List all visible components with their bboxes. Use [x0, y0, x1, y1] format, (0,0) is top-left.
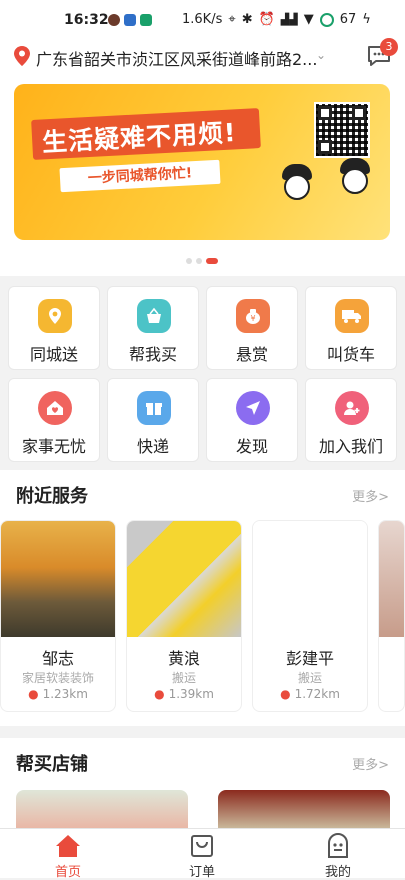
- service-photo: [1, 521, 115, 637]
- quick-menu-grid: 同城送 帮我买 ¥ 悬赏 叫货车 家事无忧 快递 发现 加入我们: [8, 286, 400, 462]
- battery-level: 67: [339, 12, 357, 27]
- menu-tile-discover[interactable]: 发现: [206, 378, 298, 462]
- cartoon-face: [284, 174, 310, 200]
- money-bag-icon: ¥: [236, 299, 270, 333]
- distance-pin-icon: ●: [154, 687, 165, 701]
- service-photo: [253, 521, 367, 637]
- network-speed: 1.6K/s: [182, 12, 223, 27]
- shops-section: 帮买店铺 更多>: [0, 738, 405, 828]
- more-link[interactable]: 更多>: [352, 486, 389, 505]
- add-user-icon: [335, 391, 369, 425]
- bluetooth-icon: ✱: [241, 12, 253, 27]
- wifi-icon: ▼: [303, 12, 314, 27]
- banner-section: 生活疑难不用烦! 一步同城帮你忙!: [0, 76, 405, 276]
- service-category: 搬运: [297, 671, 322, 685]
- service-distance: ● 1.72km: [253, 687, 367, 701]
- menu-tile-express[interactable]: 快递: [107, 378, 199, 462]
- qr-eye: [352, 106, 366, 120]
- service-category: 搬运: [171, 671, 196, 685]
- menu-tile-label: 叫货车: [326, 345, 375, 364]
- shop-card[interactable]: [16, 790, 188, 828]
- service-provider-name: 黄浪: [167, 649, 200, 668]
- charging-icon: ϟ: [362, 12, 371, 27]
- qr-eye: [318, 106, 332, 120]
- distance-pin-icon: ●: [28, 687, 39, 701]
- cartoon-face: [342, 168, 368, 194]
- gift-box-icon: [137, 391, 171, 425]
- qr-eye: [318, 140, 332, 154]
- menu-tile-label: 发现: [235, 437, 268, 456]
- home-icon: [56, 835, 80, 857]
- service-provider-name: 彭建平: [285, 649, 334, 668]
- message-badge: 3: [380, 38, 398, 56]
- location-status-icon: ⌖: [228, 12, 236, 27]
- profile-icon: [328, 833, 348, 858]
- service-provider-name: 邹志: [41, 649, 74, 668]
- service-distance: ● 1.39km: [127, 687, 241, 701]
- service-category: 家居软装装饰: [21, 671, 94, 685]
- location-pin-icon: [14, 46, 30, 66]
- menu-tile-join-us[interactable]: 加入我们: [305, 378, 397, 462]
- bottom-tab-bar: 首页 订单 我的: [0, 828, 405, 880]
- menu-tile-label: 帮我买: [128, 345, 177, 364]
- menu-tile-bounty[interactable]: ¥ 悬赏: [206, 286, 298, 370]
- tab-orders[interactable]: 订单: [162, 829, 242, 880]
- app-notification-icon: [108, 14, 120, 26]
- distance-pin-icon: ●: [280, 687, 291, 701]
- house-heart-icon: [38, 391, 72, 425]
- tab-label: 订单: [188, 865, 215, 880]
- qr-code-image: [314, 102, 370, 158]
- status-right: 1.6K/s ⌖ ✱ ⏰ ▟▟ ▼ 67 ϟ: [182, 12, 371, 27]
- promo-banner[interactable]: 生活疑难不用烦! 一步同城帮你忙!: [14, 84, 390, 240]
- distance-value: 1.23km: [42, 687, 88, 701]
- chevron-down-icon[interactable]: ⌄: [316, 48, 326, 62]
- tab-profile[interactable]: 我的: [298, 829, 378, 880]
- section-title: 帮买店铺: [16, 754, 88, 775]
- status-time: 16:32: [64, 12, 109, 28]
- carousel-dot-active[interactable]: [206, 258, 218, 264]
- truck-icon: [335, 299, 369, 333]
- tab-home[interactable]: 首页: [28, 829, 108, 880]
- svg-text:¥: ¥: [250, 314, 255, 323]
- menu-tile-buy-for-me[interactable]: 帮我买: [107, 286, 199, 370]
- menu-tile-housekeeping[interactable]: 家事无忧: [8, 378, 100, 462]
- signal-icon: ▟▟: [280, 13, 298, 26]
- carousel-dots: [186, 258, 218, 264]
- carousel-dot[interactable]: [196, 258, 202, 264]
- banner-subline: 一步同城帮你忙!: [59, 159, 221, 193]
- current-address[interactable]: 广东省韶关市浈江区风采街道峰前路2...: [36, 46, 317, 70]
- menu-tile-label: 悬赏: [235, 345, 268, 364]
- service-photo: [127, 521, 241, 637]
- service-photo: [379, 521, 404, 637]
- status-bar: 16:32 1.6K/s ⌖ ✱ ⏰ ▟▟ ▼ 67 ϟ: [0, 0, 405, 40]
- service-card[interactable]: 彭建平 搬运 ● 1.72km: [252, 520, 368, 712]
- card-notification-icon: [124, 14, 136, 26]
- alarm-icon: ⏰: [258, 12, 275, 27]
- service-distance: ● 1.23km: [1, 687, 115, 701]
- menu-tile-label: 同城送: [29, 345, 78, 364]
- carousel-dot[interactable]: [186, 258, 192, 264]
- service-card[interactable]: 邹志 家居软装装饰 ● 1.23km: [0, 520, 116, 712]
- section-title: 附近服务: [16, 486, 88, 507]
- service-card[interactable]: 黄浪 搬运 ● 1.39km: [126, 520, 242, 712]
- distance-value: 1.39km: [168, 687, 214, 701]
- shop-card[interactable]: [218, 790, 390, 828]
- shield-notification-icon: [140, 14, 152, 26]
- location-bar[interactable]: 广东省韶关市浈江区风采街道峰前路2... ⌄ 3: [0, 38, 405, 76]
- more-link[interactable]: 更多>: [352, 754, 389, 773]
- battery-icon: [319, 12, 334, 27]
- tab-label: 我的: [324, 865, 351, 880]
- location-pin-icon: [38, 299, 72, 333]
- navigation-arrow-icon: [236, 391, 270, 425]
- tab-label: 首页: [54, 865, 81, 880]
- menu-tile-call-truck[interactable]: 叫货车: [305, 286, 397, 370]
- menu-tile-label: 加入我们: [318, 437, 383, 456]
- menu-tile-label: 家事无忧: [21, 437, 86, 456]
- distance-value: 1.72km: [294, 687, 340, 701]
- menu-tile-label: 快递: [136, 437, 169, 456]
- shopping-basket-icon: [137, 299, 171, 333]
- menu-tile-same-city-delivery[interactable]: 同城送: [8, 286, 100, 370]
- order-bag-icon: [191, 835, 213, 857]
- service-card-partial[interactable]: [378, 520, 405, 712]
